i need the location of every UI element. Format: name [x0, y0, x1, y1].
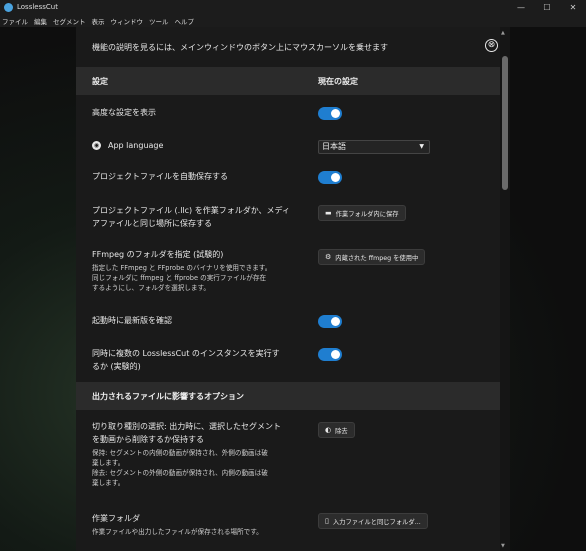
advanced-settings-label: 高度な設定を表示 [92, 108, 156, 117]
cut-mode-desc-line2: 棄します。 [92, 459, 125, 467]
project-location-label-line2: アファイルと同じ場所に保存する [92, 219, 212, 228]
ffmpeg-desc-line3: するようにし、フォルダを選択します。 [92, 284, 211, 292]
menu-view[interactable]: 表示 [92, 16, 105, 26]
project-location-button-label: 作業フォルダ内に保存 [335, 210, 399, 218]
scroll-up-arrow-icon[interactable]: ▲ [501, 30, 505, 36]
check-update-toggle[interactable] [318, 315, 342, 328]
chevron-down-icon: ▼ [419, 143, 424, 150]
cut-mode-button-label: 除去 [335, 427, 348, 435]
column-setting-header: 設定 [92, 77, 108, 86]
menu-bar: ファイル 編集 セグメント 表示 ウィンドウ ツール ヘルプ [0, 14, 586, 27]
menu-segment[interactable]: セグメント [53, 16, 86, 26]
multi-instance-label-line2: るか (実験的) [92, 362, 141, 371]
half-circle-icon: ◐ [325, 426, 332, 434]
ffmpeg-folder-button-label: 内蔵された ffmpeg を使用中 [335, 254, 419, 262]
ffmpeg-folder-button[interactable]: ⚙ 内蔵された ffmpeg を使用中 [318, 249, 426, 265]
settings-table-header: 設定 現在の設定 [76, 67, 500, 95]
autosave-project-toggle[interactable] [318, 171, 342, 184]
work-folder-button-label: 入力ファイルと同じフォルダ... [332, 518, 421, 526]
gear-icon: ⚙ [325, 253, 332, 261]
menu-window[interactable]: ウィンドウ [111, 16, 144, 26]
folder-icon: ▬ [325, 209, 332, 217]
menu-tools[interactable]: ツール [149, 16, 169, 26]
document-icon: ▯ [325, 517, 329, 525]
minimize-button[interactable]: — [508, 0, 534, 14]
work-folder-button[interactable]: ▯ 入力ファイルと同じフォルダ... [318, 513, 428, 529]
project-location-button[interactable]: ▬ 作業フォルダ内に保存 [318, 205, 406, 221]
ffmpeg-desc-line1: 指定した FFmpeg と FFprobe のバイナリを使用できます。 [92, 264, 272, 272]
work-folder-desc: 作業ファイルや出力したファイルが保存される場所です。 [92, 528, 263, 536]
autosave-project-label: プロジェクトファイルを自動保存する [92, 172, 228, 181]
help-notice: 機能の説明を見るには、メインウィンドウのボタン上にマウスカーソルを乗せます [92, 43, 388, 52]
cut-mode-desc-line3: 除去: セグメントの外側の動画が保持され、内側の動画は破 [92, 469, 268, 477]
column-current-header: 現在の設定 [318, 77, 358, 86]
project-location-label-line1: プロジェクトファイル (.llc) を作業フォルダか、メディ [92, 206, 290, 215]
scrollbar-thumb[interactable] [502, 56, 508, 190]
ffmpeg-desc-line2: 同じフォルダに ffmpeg と ffprobe の実行ファイルが存在 [92, 274, 267, 282]
menu-edit[interactable]: 編集 [34, 16, 47, 26]
app-language-select[interactable]: 日本語 ▼ [318, 140, 430, 154]
output-options-title: 出力されるファイルに影響するオプション [92, 392, 244, 401]
app-logo-icon [4, 2, 13, 12]
ffmpeg-folder-label: FFmpeg のフォルダを指定 (試験的) [92, 250, 224, 259]
window-title: LosslessCut [17, 3, 58, 11]
globe-icon: ◉ [92, 141, 101, 150]
maximize-button[interactable]: ☐ [534, 0, 560, 14]
cut-mode-label-line2: を動画から削除するか保持する [92, 435, 204, 444]
multi-instance-toggle[interactable] [318, 348, 342, 361]
menu-file[interactable]: ファイル [2, 16, 28, 26]
cut-mode-button[interactable]: ◐ 除去 [318, 422, 355, 438]
window-controls: — ☐ ✕ [508, 0, 586, 14]
close-window-button[interactable]: ✕ [560, 0, 586, 14]
app-language-label: App language [108, 141, 164, 150]
work-folder-label: 作業フォルダ [92, 514, 140, 523]
cut-mode-desc-line4: 棄します。 [92, 479, 125, 487]
title-bar: LosslessCut — ☐ ✕ [0, 0, 586, 14]
menu-help[interactable]: ヘルプ [175, 16, 195, 26]
app-language-value: 日本語 [322, 142, 346, 151]
advanced-settings-toggle[interactable] [318, 107, 342, 120]
check-update-label: 起動時に最新版を確認 [92, 316, 172, 325]
multi-instance-label-line1: 同時に複数の LosslessCut のインスタンスを実行す [92, 349, 280, 358]
scroll-down-arrow-icon[interactable]: ▼ [501, 543, 505, 549]
cut-mode-desc-line1: 保持: セグメントの内側の動画が保持され、外側の動画は破 [92, 449, 268, 457]
cut-mode-label-line1: 切り取り種別の選択: 出力時に、選択したセグメント [92, 422, 281, 431]
close-settings-icon[interactable]: ⊗ [485, 39, 498, 52]
output-options-header: 出力されるファイルに影響するオプション [76, 382, 500, 410]
